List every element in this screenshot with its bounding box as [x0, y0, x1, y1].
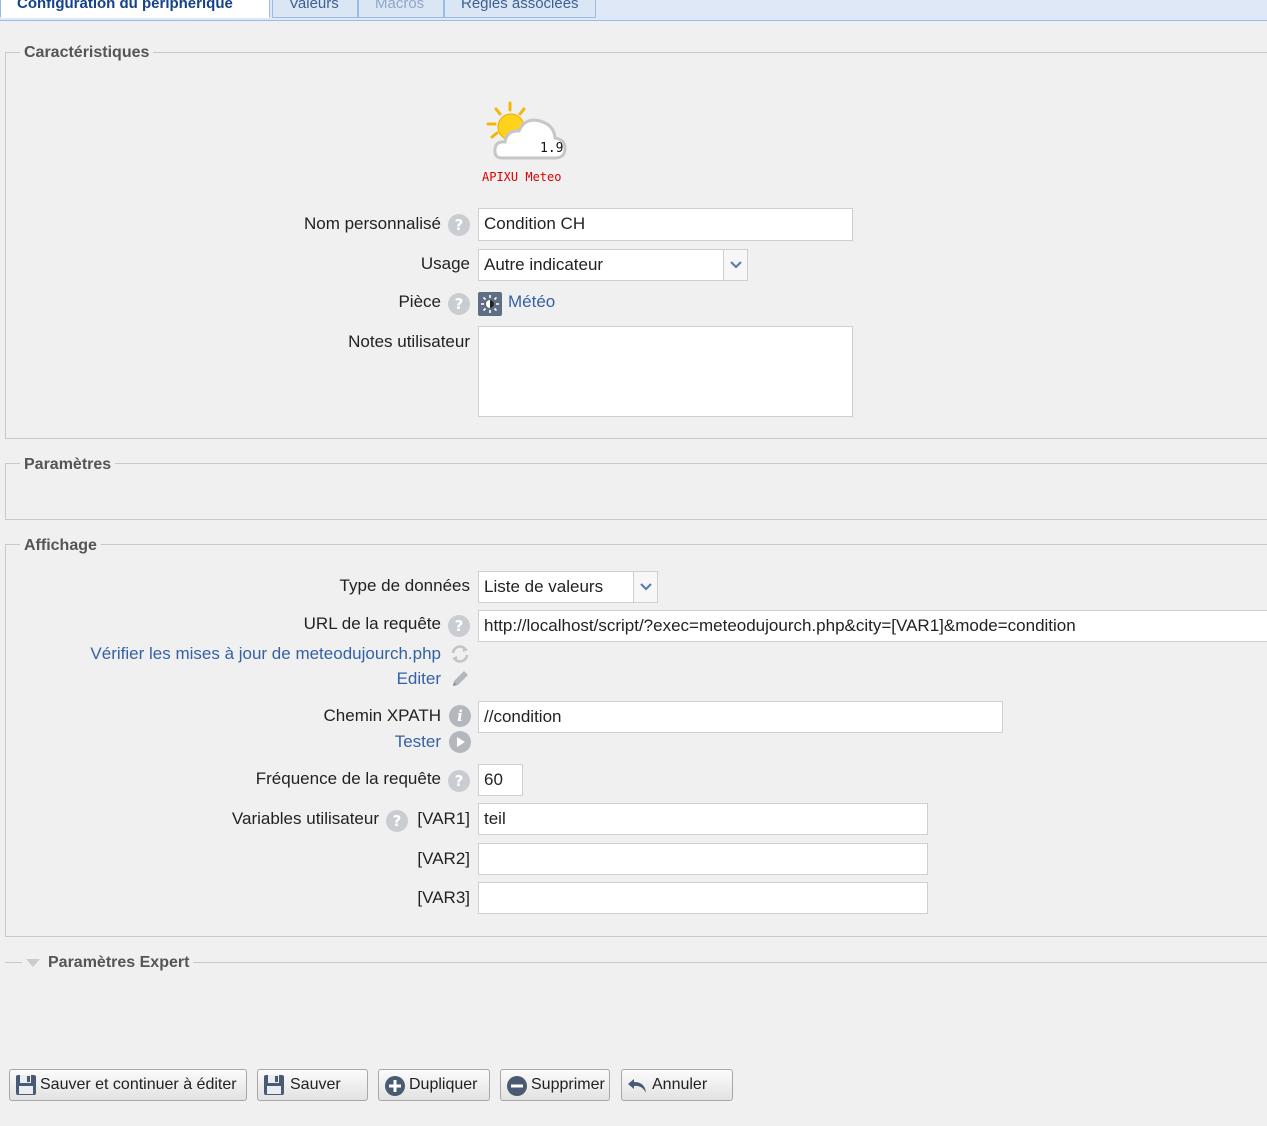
cancel-label: Annuler: [652, 1076, 708, 1093]
freq-label: Fréquence de la requête: [255, 769, 441, 788]
legend-caracteristiques: Caractéristiques: [20, 43, 154, 63]
help-icon[interactable]: ?: [386, 810, 408, 832]
verifier-mises-a-jour-link[interactable]: Vérifier les mises à jour de meteodujour…: [90, 644, 441, 664]
floppy-icon: [16, 1075, 36, 1095]
floppy-icon: [264, 1075, 284, 1095]
save-button[interactable]: Sauver: [257, 1069, 368, 1101]
help-icon[interactable]: ?: [448, 214, 470, 236]
var2-label: [VAR2]: [417, 849, 470, 868]
xpath-input[interactable]: //condition: [478, 701, 1003, 733]
url-input[interactable]: http://localhost/script/?exec=meteodujou…: [478, 610, 1267, 642]
tab-macros[interactable]: Macros: [358, 0, 444, 18]
save-continue-label: Sauver et continuer à éditer: [40, 1076, 237, 1093]
nom-input[interactable]: Condition CH: [478, 208, 853, 241]
var1-label: [VAR1]: [417, 809, 470, 828]
legend-affichage: Affichage: [20, 536, 101, 556]
save-label: Sauver: [290, 1076, 341, 1093]
help-icon[interactable]: ?: [448, 615, 470, 637]
piece-label: Pièce: [398, 292, 441, 311]
chevron-down-icon[interactable]: [633, 572, 657, 602]
tester-link[interactable]: Tester: [395, 732, 441, 752]
help-icon[interactable]: ?: [448, 770, 470, 792]
play-icon[interactable]: [449, 731, 471, 753]
tab-valeurs[interactable]: Valeurs: [272, 0, 358, 18]
weather-room-icon: [478, 292, 502, 316]
expert-divider: [5, 962, 1267, 963]
type-label: Type de données: [339, 576, 470, 595]
xpath-label: Chemin XPATH: [323, 706, 441, 725]
cancel-button[interactable]: Annuler: [621, 1069, 733, 1101]
piece-link[interactable]: Météo: [508, 292, 555, 312]
sun-cloud-icon: 1.9: [484, 100, 574, 168]
editer-link[interactable]: Editer: [397, 669, 441, 689]
var3-label: [VAR3]: [417, 888, 470, 907]
duplicate-button[interactable]: Dupliquer: [378, 1069, 490, 1101]
var1-input[interactable]: teil: [478, 803, 928, 835]
help-icon[interactable]: ?: [448, 293, 470, 315]
undo-icon: [628, 1079, 646, 1093]
type-select[interactable]: Liste de valeurs: [478, 571, 658, 603]
chevron-down-icon[interactable]: [723, 250, 747, 280]
fieldset-parametres: [5, 463, 1267, 520]
plugin-name: APIXU Meteo: [482, 170, 562, 184]
usage-select[interactable]: Autre indicateur: [478, 249, 748, 281]
save-continue-button[interactable]: Sauver et continuer à éditer: [9, 1069, 247, 1101]
plus-circle-icon: [385, 1076, 405, 1096]
notes-label: Notes utilisateur: [348, 332, 470, 351]
type-value: Liste de valeurs: [484, 577, 604, 596]
minus-circle-icon: [507, 1076, 527, 1096]
duplicate-label: Dupliquer: [409, 1076, 478, 1093]
nom-label: Nom personnalisé: [303, 214, 441, 233]
plugin-version: 1.9: [540, 141, 564, 156]
refresh-icon[interactable]: [449, 643, 471, 665]
delete-button[interactable]: Supprimer: [500, 1069, 610, 1101]
legend-expert: Paramètres Expert: [48, 954, 190, 971]
tab-configuration[interactable]: Configuration du périphérique: [0, 0, 270, 18]
vars-label: Variables utilisateur: [231, 809, 379, 828]
delete-label: Supprimer: [531, 1076, 605, 1093]
pencil-icon[interactable]: [449, 668, 471, 690]
tab-regles-associees[interactable]: Règles associées: [444, 0, 596, 18]
triangle-down-icon: [26, 959, 40, 967]
notes-textarea[interactable]: [478, 326, 853, 417]
legend-parametres: Paramètres: [20, 455, 116, 475]
expert-toggle[interactable]: Paramètres Expert: [22, 953, 194, 973]
url-label: URL de la requête: [303, 614, 441, 633]
var2-input[interactable]: [478, 843, 928, 875]
info-icon[interactable]: i: [449, 705, 471, 727]
freq-input[interactable]: 60: [478, 764, 523, 796]
usage-value: Autre indicateur: [484, 255, 604, 274]
tab-bar: Configuration du périphérique Valeurs Ma…: [0, 0, 1267, 21]
usage-label: Usage: [420, 254, 470, 273]
var3-input[interactable]: [478, 882, 928, 914]
